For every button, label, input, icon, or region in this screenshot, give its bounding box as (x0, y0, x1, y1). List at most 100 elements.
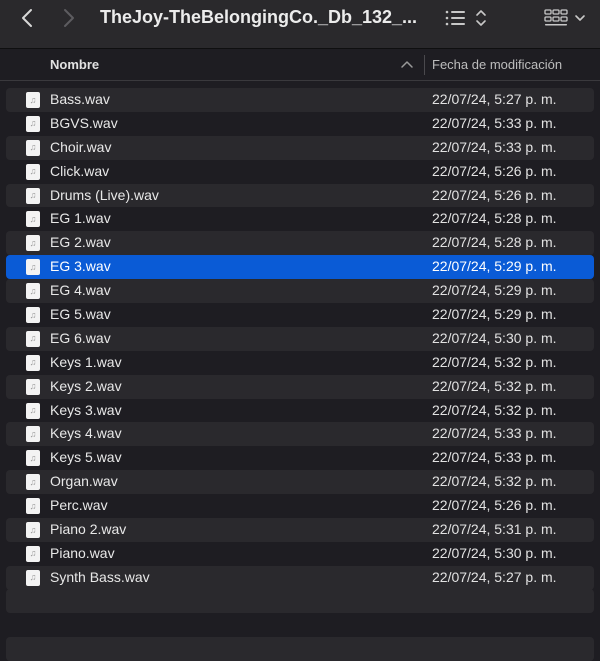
music-note-icon: ♫ (29, 381, 37, 392)
music-note-icon: ♫ (29, 118, 37, 129)
file-row[interactable]: ♫ EG 3.wav 22/07/24, 5:29 p. m. (6, 255, 594, 280)
file-row[interactable]: ♫ BGVS.wav 22/07/24, 5:33 p. m. (6, 112, 594, 136)
file-modified-date: 22/07/24, 5:27 p. m. (432, 568, 557, 585)
file-name: EG 4.wav (50, 282, 111, 299)
file-name: Bass.wav (50, 91, 110, 107)
file-name: Keys 4.wav (50, 425, 122, 442)
file-name: EG 1.wav (50, 210, 111, 227)
file-modified-date: 22/07/24, 5:28 p. m. (432, 210, 557, 227)
file-modified-date: 22/07/24, 5:26 p. m. (432, 162, 557, 179)
music-note-icon: ♫ (29, 333, 37, 344)
column-header: Nombre Fecha de modificación (0, 49, 600, 81)
music-note-icon: ♫ (29, 213, 37, 224)
audio-file-icon: ♫ (26, 330, 40, 347)
file-row[interactable]: ♫ Keys 1.wav 22/07/24, 5:32 p. m. (6, 351, 594, 375)
file-row[interactable]: ♫ EG 2.wav 22/07/24, 5:28 p. m. (6, 231, 594, 256)
file-modified-date: 22/07/24, 5:27 p. m. (432, 91, 557, 107)
music-note-icon: ♫ (29, 94, 37, 105)
music-note-icon: ♫ (29, 285, 37, 296)
music-note-icon: ♫ (29, 500, 37, 511)
file-name: BGVS.wav (50, 114, 118, 131)
file-name: Keys 5.wav (50, 449, 122, 466)
file-modified-date: 22/07/24, 5:26 p. m. (432, 186, 557, 203)
file-row[interactable]: ♫ Keys 4.wav 22/07/24, 5:33 p. m. (6, 422, 594, 447)
file-list: ♫ Bass.wav 22/07/24, 5:27 p. m. ♫ BGVS.wav 22… (0, 88, 600, 590)
window-title: TheJoy-TheBelongingCo._Db_132_... (100, 7, 418, 27)
file-row[interactable]: ♫ Choir.wav 22/07/24, 5:33 p. m. (6, 135, 594, 160)
file-modified-date: 22/07/24, 5:33 p. m. (432, 114, 557, 131)
audio-file-icon: ♫ (26, 474, 40, 491)
music-note-icon: ♫ (29, 166, 37, 177)
grid-view-icon (544, 9, 585, 26)
date-column-header[interactable]: Fecha de modificación (432, 57, 562, 72)
music-note-icon: ♫ (29, 309, 37, 320)
file-row[interactable]: ♫ Click.wav 22/07/24, 5:26 p. m. (6, 160, 594, 184)
file-modified-date: 22/07/24, 5:33 p. m. (432, 138, 557, 155)
name-column-header[interactable]: Nombre (50, 57, 99, 72)
audio-file-icon: ♫ (26, 259, 40, 276)
file-modified-date: 22/07/24, 5:29 p. m. (432, 258, 557, 275)
file-name: Drums (Live).wav (50, 186, 159, 203)
music-note-icon: ♫ (29, 237, 37, 248)
file-row[interactable]: ♫ EG 4.wav 22/07/24, 5:29 p. m. (6, 279, 594, 304)
music-note-icon: ♫ (29, 452, 37, 463)
chevron-left-icon (22, 9, 32, 27)
file-name: Click.wav (50, 162, 110, 179)
audio-file-icon: ♫ (26, 569, 40, 586)
sort-ascending-icon[interactable] (400, 58, 414, 70)
file-modified-date: 22/07/24, 5:33 p. m. (432, 425, 557, 442)
file-name: EG 2.wav (50, 234, 111, 251)
music-note-icon: ♫ (29, 405, 37, 416)
audio-file-icon: ♫ (26, 402, 40, 419)
file-row[interactable]: ♫ Piano 2.wav 22/07/24, 5:31 p. m. (6, 518, 594, 542)
file-modified-date: 22/07/24, 5:29 p. m. (432, 282, 557, 299)
music-note-icon: ♫ (29, 261, 37, 272)
file-row[interactable]: ♫ Bass.wav 22/07/24, 5:27 p. m. (6, 88, 594, 112)
file-row[interactable]: ♫ Perc.wav 22/07/24, 5:26 p. m. (6, 494, 594, 518)
music-note-icon: ♫ (29, 142, 37, 153)
file-name: EG 6.wav (50, 329, 111, 346)
file-row[interactable]: ♫ Keys 3.wav 22/07/24, 5:32 p. m. (6, 399, 594, 423)
column-divider[interactable] (424, 55, 425, 75)
music-note-icon: ♫ (29, 548, 37, 559)
file-modified-date: 22/07/24, 5:31 p. m. (432, 521, 557, 538)
music-note-icon: ♫ (29, 476, 37, 487)
file-modified-date: 22/07/24, 5:29 p. m. (432, 306, 557, 323)
music-note-icon: ♫ (29, 428, 37, 439)
forward-button[interactable] (58, 8, 80, 28)
file-row[interactable]: ♫ Drums (Live).wav 22/07/24, 5:26 p. m. (6, 183, 594, 208)
file-modified-date: 22/07/24, 5:33 p. m. (432, 449, 557, 466)
file-row[interactable]: ♫ Organ.wav 22/07/24, 5:32 p. m. (6, 470, 594, 495)
file-name: Perc.wav (50, 497, 108, 514)
file-row[interactable]: ♫ Keys 5.wav 22/07/24, 5:33 p. m. (6, 446, 594, 470)
file-row[interactable]: ♫ Piano.wav 22/07/24, 5:30 p. m. (6, 542, 594, 566)
music-note-icon: ♫ (29, 524, 37, 535)
audio-file-icon: ♫ (26, 187, 40, 204)
file-row[interactable]: ♫ Keys 2.wav 22/07/24, 5:32 p. m. (6, 374, 594, 399)
file-modified-date: 22/07/24, 5:32 p. m. (432, 473, 557, 490)
file-modified-date: 22/07/24, 5:30 p. m. (432, 544, 557, 561)
window-toolbar: TheJoy-TheBelongingCo._Db_132_... (0, 0, 600, 49)
empty-row (6, 589, 594, 613)
audio-file-icon: ♫ (26, 92, 40, 108)
audio-file-icon: ♫ (26, 139, 40, 156)
file-modified-date: 22/07/24, 5:26 p. m. (432, 497, 557, 514)
file-row[interactable]: ♫ EG 5.wav 22/07/24, 5:29 p. m. (6, 303, 594, 327)
file-name: Piano.wav (50, 544, 115, 561)
grid-view-button[interactable] (540, 8, 590, 28)
audio-file-icon: ♫ (26, 426, 40, 443)
chevron-right-icon (64, 9, 74, 27)
file-row[interactable]: ♫ Synth Bass.wav 22/07/24, 5:27 p. m. (6, 565, 594, 590)
file-name: Organ.wav (50, 473, 118, 490)
file-row[interactable]: ♫ EG 6.wav 22/07/24, 5:30 p. m. (6, 326, 594, 351)
back-button[interactable] (16, 8, 38, 28)
audio-file-icon: ♫ (26, 498, 40, 515)
file-modified-date: 22/07/24, 5:32 p. m. (432, 353, 557, 370)
music-note-icon: ♫ (29, 357, 37, 368)
file-row[interactable]: ♫ EG 1.wav 22/07/24, 5:28 p. m. (6, 207, 594, 231)
audio-file-icon: ♫ (26, 211, 40, 228)
audio-file-icon: ♫ (26, 115, 40, 132)
audio-file-icon: ♫ (26, 450, 40, 467)
list-view-button[interactable] (444, 8, 490, 28)
file-modified-date: 22/07/24, 5:28 p. m. (432, 234, 557, 251)
